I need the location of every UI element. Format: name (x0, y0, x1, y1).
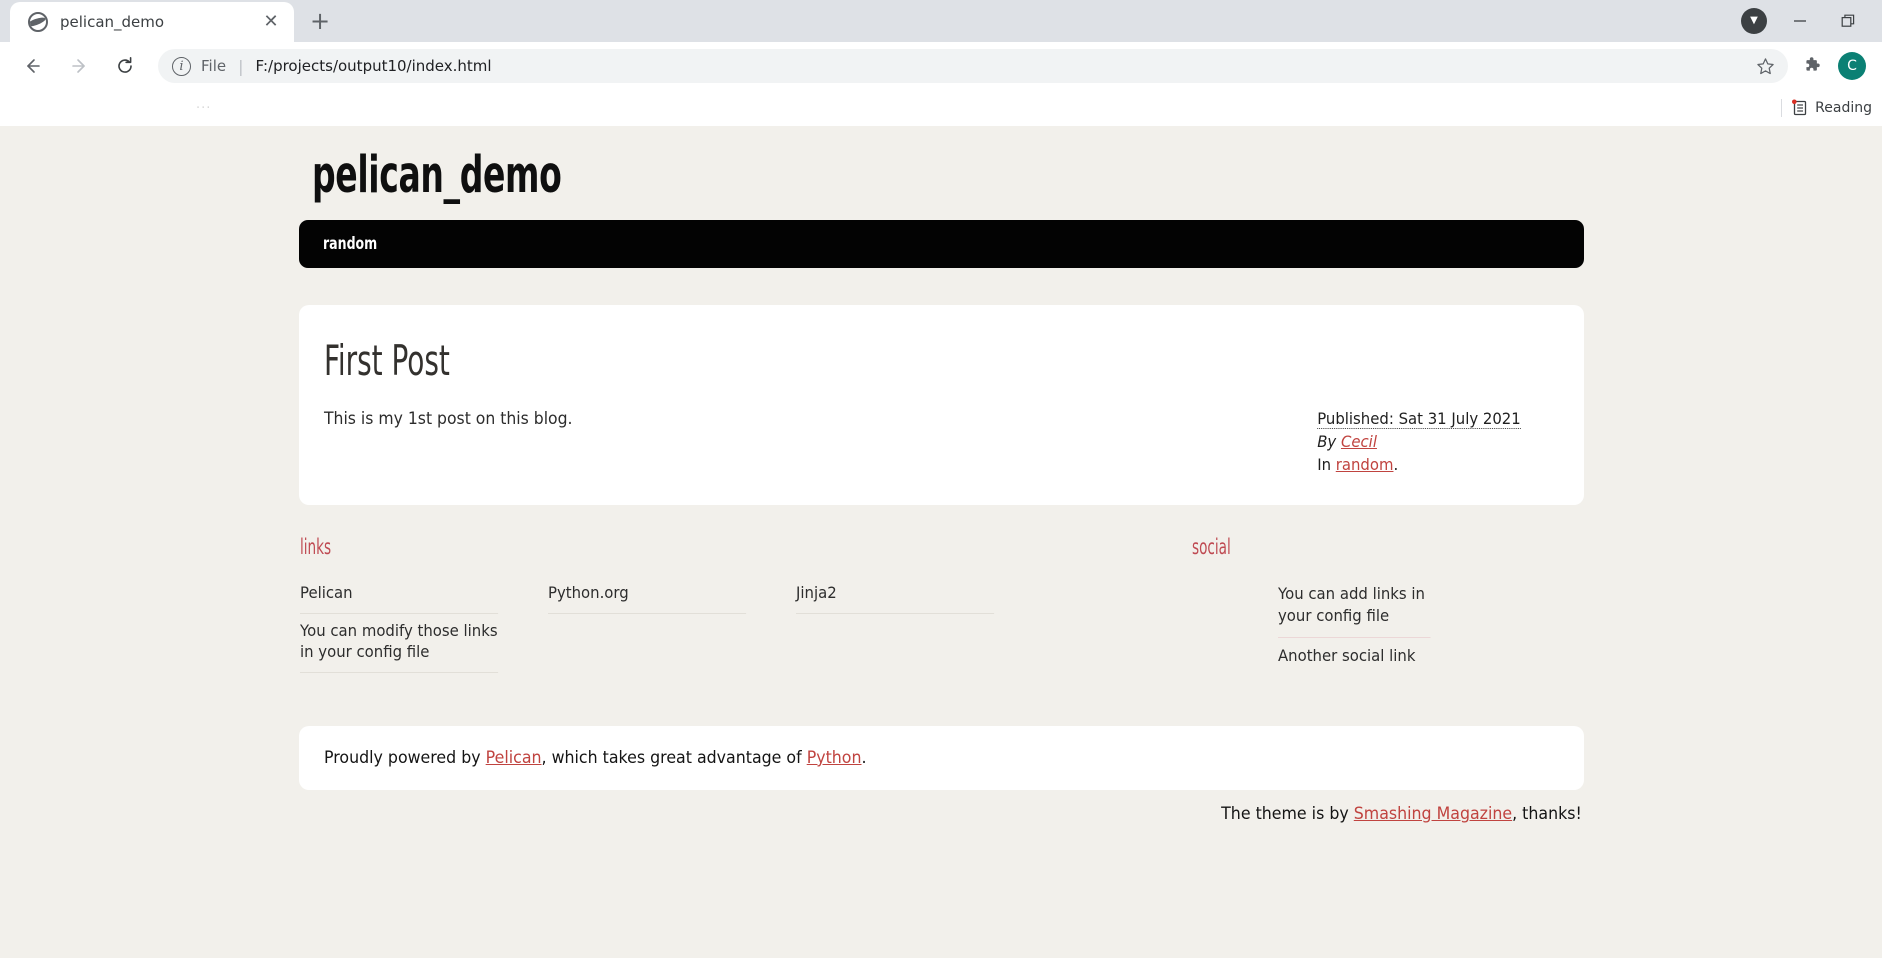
reading-list-label: Reading (1815, 100, 1872, 116)
site-title: pelican_demo (311, 146, 562, 205)
bookmark-star-icon[interactable] (1750, 51, 1780, 81)
theme-link-smashing-magazine[interactable]: Smashing Magazine (1353, 804, 1511, 824)
links-grid: Pelican Python.org Jinja2 You can modify… (299, 576, 1094, 673)
globe-icon (28, 12, 48, 32)
back-arrow-icon (27, 59, 40, 73)
footer-link-pelican[interactable]: Pelican (485, 748, 541, 768)
footer-link-python[interactable]: Python (806, 748, 861, 768)
nav-item-random[interactable]: random (323, 234, 377, 254)
reload-icon (118, 56, 132, 73)
published-prefix: Published: (1316, 409, 1394, 429)
site-footer: Proudly powered by Pelican, which takes … (298, 725, 1584, 790)
avatar: C (1838, 52, 1866, 80)
social-list: You can add links in your config file An… (1192, 576, 1442, 678)
browser-tab-pelican-demo[interactable]: pelican_demo ✕ (10, 2, 294, 42)
published-date: Sat 31 July 2021 (1398, 409, 1521, 429)
links-widget: links Pelican Python.org Jinja2 You can … (299, 535, 1094, 678)
article-card: First Post This is my 1st post on this b… (298, 305, 1584, 506)
category-line: In random. (1317, 454, 1559, 477)
theme-suffix: , thanks! (1511, 803, 1582, 824)
browser-window: pelican_demo ✕ + ▼ i File | F:/projects/… (0, 0, 1882, 958)
footer-suffix: . (861, 747, 867, 768)
back-button[interactable] (15, 48, 51, 84)
category-link[interactable]: random (1335, 455, 1393, 474)
browser-toolbar: i File | F:/projects/output10/index.html… (0, 42, 1882, 90)
theme-credit: The theme is by Smashing Magazine, thank… (299, 804, 1584, 824)
puzzle-piece-icon (1805, 56, 1820, 71)
theme-credit-text: The theme is by Smashing Magazine, thank… (1221, 804, 1582, 824)
social-item-another[interactable]: Another social link (1278, 638, 1431, 678)
link-item-jinja2[interactable]: Jinja2 (795, 576, 994, 614)
extensions-button[interactable] (1792, 46, 1832, 86)
url-scheme-label: File (201, 57, 227, 75)
link-cell-empty (548, 614, 746, 673)
footer-prefix: Proudly powered by (323, 747, 481, 768)
url-separator: | (238, 56, 244, 76)
minimize-icon (1794, 20, 1806, 22)
theme-prefix: The theme is by (1220, 803, 1349, 824)
by-label: By (1316, 431, 1336, 451)
reading-list-icon (1790, 99, 1808, 117)
social-item-add-links[interactable]: You can add links in your config file (1277, 576, 1431, 639)
page-viewport: pelican_demo random First Post This is m… (0, 126, 1882, 958)
author-link[interactable]: Cecil (1340, 432, 1376, 451)
post-metadata: Published: Sat 31 July 2021 By Cecil In … (1316, 408, 1559, 477)
window-controls: ▼ (1732, 0, 1882, 42)
footer-middle: , which takes great advantage of (541, 747, 802, 768)
published-line: Published: Sat 31 July 2021 (1316, 408, 1559, 431)
minimize-window-button[interactable] (1776, 0, 1824, 42)
bookmarks-bar: ··· Reading (0, 90, 1882, 126)
reload-button[interactable] (107, 48, 143, 84)
link-item-python-org[interactable]: Python.org (547, 576, 746, 614)
widgets-row: links Pelican Python.org Jinja2 You can … (299, 535, 1584, 678)
footer-text: Proudly powered by Pelican, which takes … (324, 748, 867, 768)
site-info-icon[interactable]: i (172, 56, 191, 76)
bookmarks-bar-right: Reading (1781, 90, 1872, 126)
bookmark-divider (1781, 99, 1783, 117)
chevron-down-icon: ▼ (1741, 8, 1767, 34)
url-text[interactable]: F:/projects/output10/index.html (256, 57, 1741, 75)
author-line: By Cecil (1317, 431, 1559, 454)
site-navigation: random (298, 220, 1584, 269)
tab-strip: pelican_demo ✕ + ▼ (0, 0, 1882, 42)
in-label: In (1316, 454, 1331, 474)
link-item-config-note[interactable]: You can modify those links in your confi… (299, 614, 498, 673)
tab-title: pelican_demo (60, 13, 165, 31)
close-tab-icon[interactable]: ✕ (258, 9, 284, 35)
profile-avatar-button[interactable]: C (1832, 46, 1872, 86)
new-tab-button[interactable]: + (302, 3, 338, 39)
published-label-and-date: Published: Sat 31 July 2021 (1316, 409, 1521, 430)
forward-button[interactable] (61, 48, 97, 84)
forward-arrow-icon (72, 59, 85, 73)
links-widget-heading: links (299, 535, 331, 560)
link-item-pelican[interactable]: Pelican (299, 576, 498, 614)
reading-list-button[interactable]: Reading (1790, 99, 1872, 117)
link-cell-empty (796, 614, 994, 673)
page-container: pelican_demo random First Post This is m… (298, 126, 1584, 824)
restore-window-button[interactable] (1824, 0, 1872, 42)
address-bar[interactable]: i File | F:/projects/output10/index.html (158, 49, 1788, 83)
profile-chip-button[interactable]: ▼ (1732, 0, 1776, 42)
article-title: First Post (323, 336, 450, 386)
restore-icon (1841, 14, 1854, 27)
social-widget-heading: social (1191, 535, 1231, 560)
social-widget: social You can add links in your config … (1192, 535, 1442, 678)
bookmark-placeholder: ··· (196, 100, 212, 116)
category-period: . (1392, 454, 1398, 474)
